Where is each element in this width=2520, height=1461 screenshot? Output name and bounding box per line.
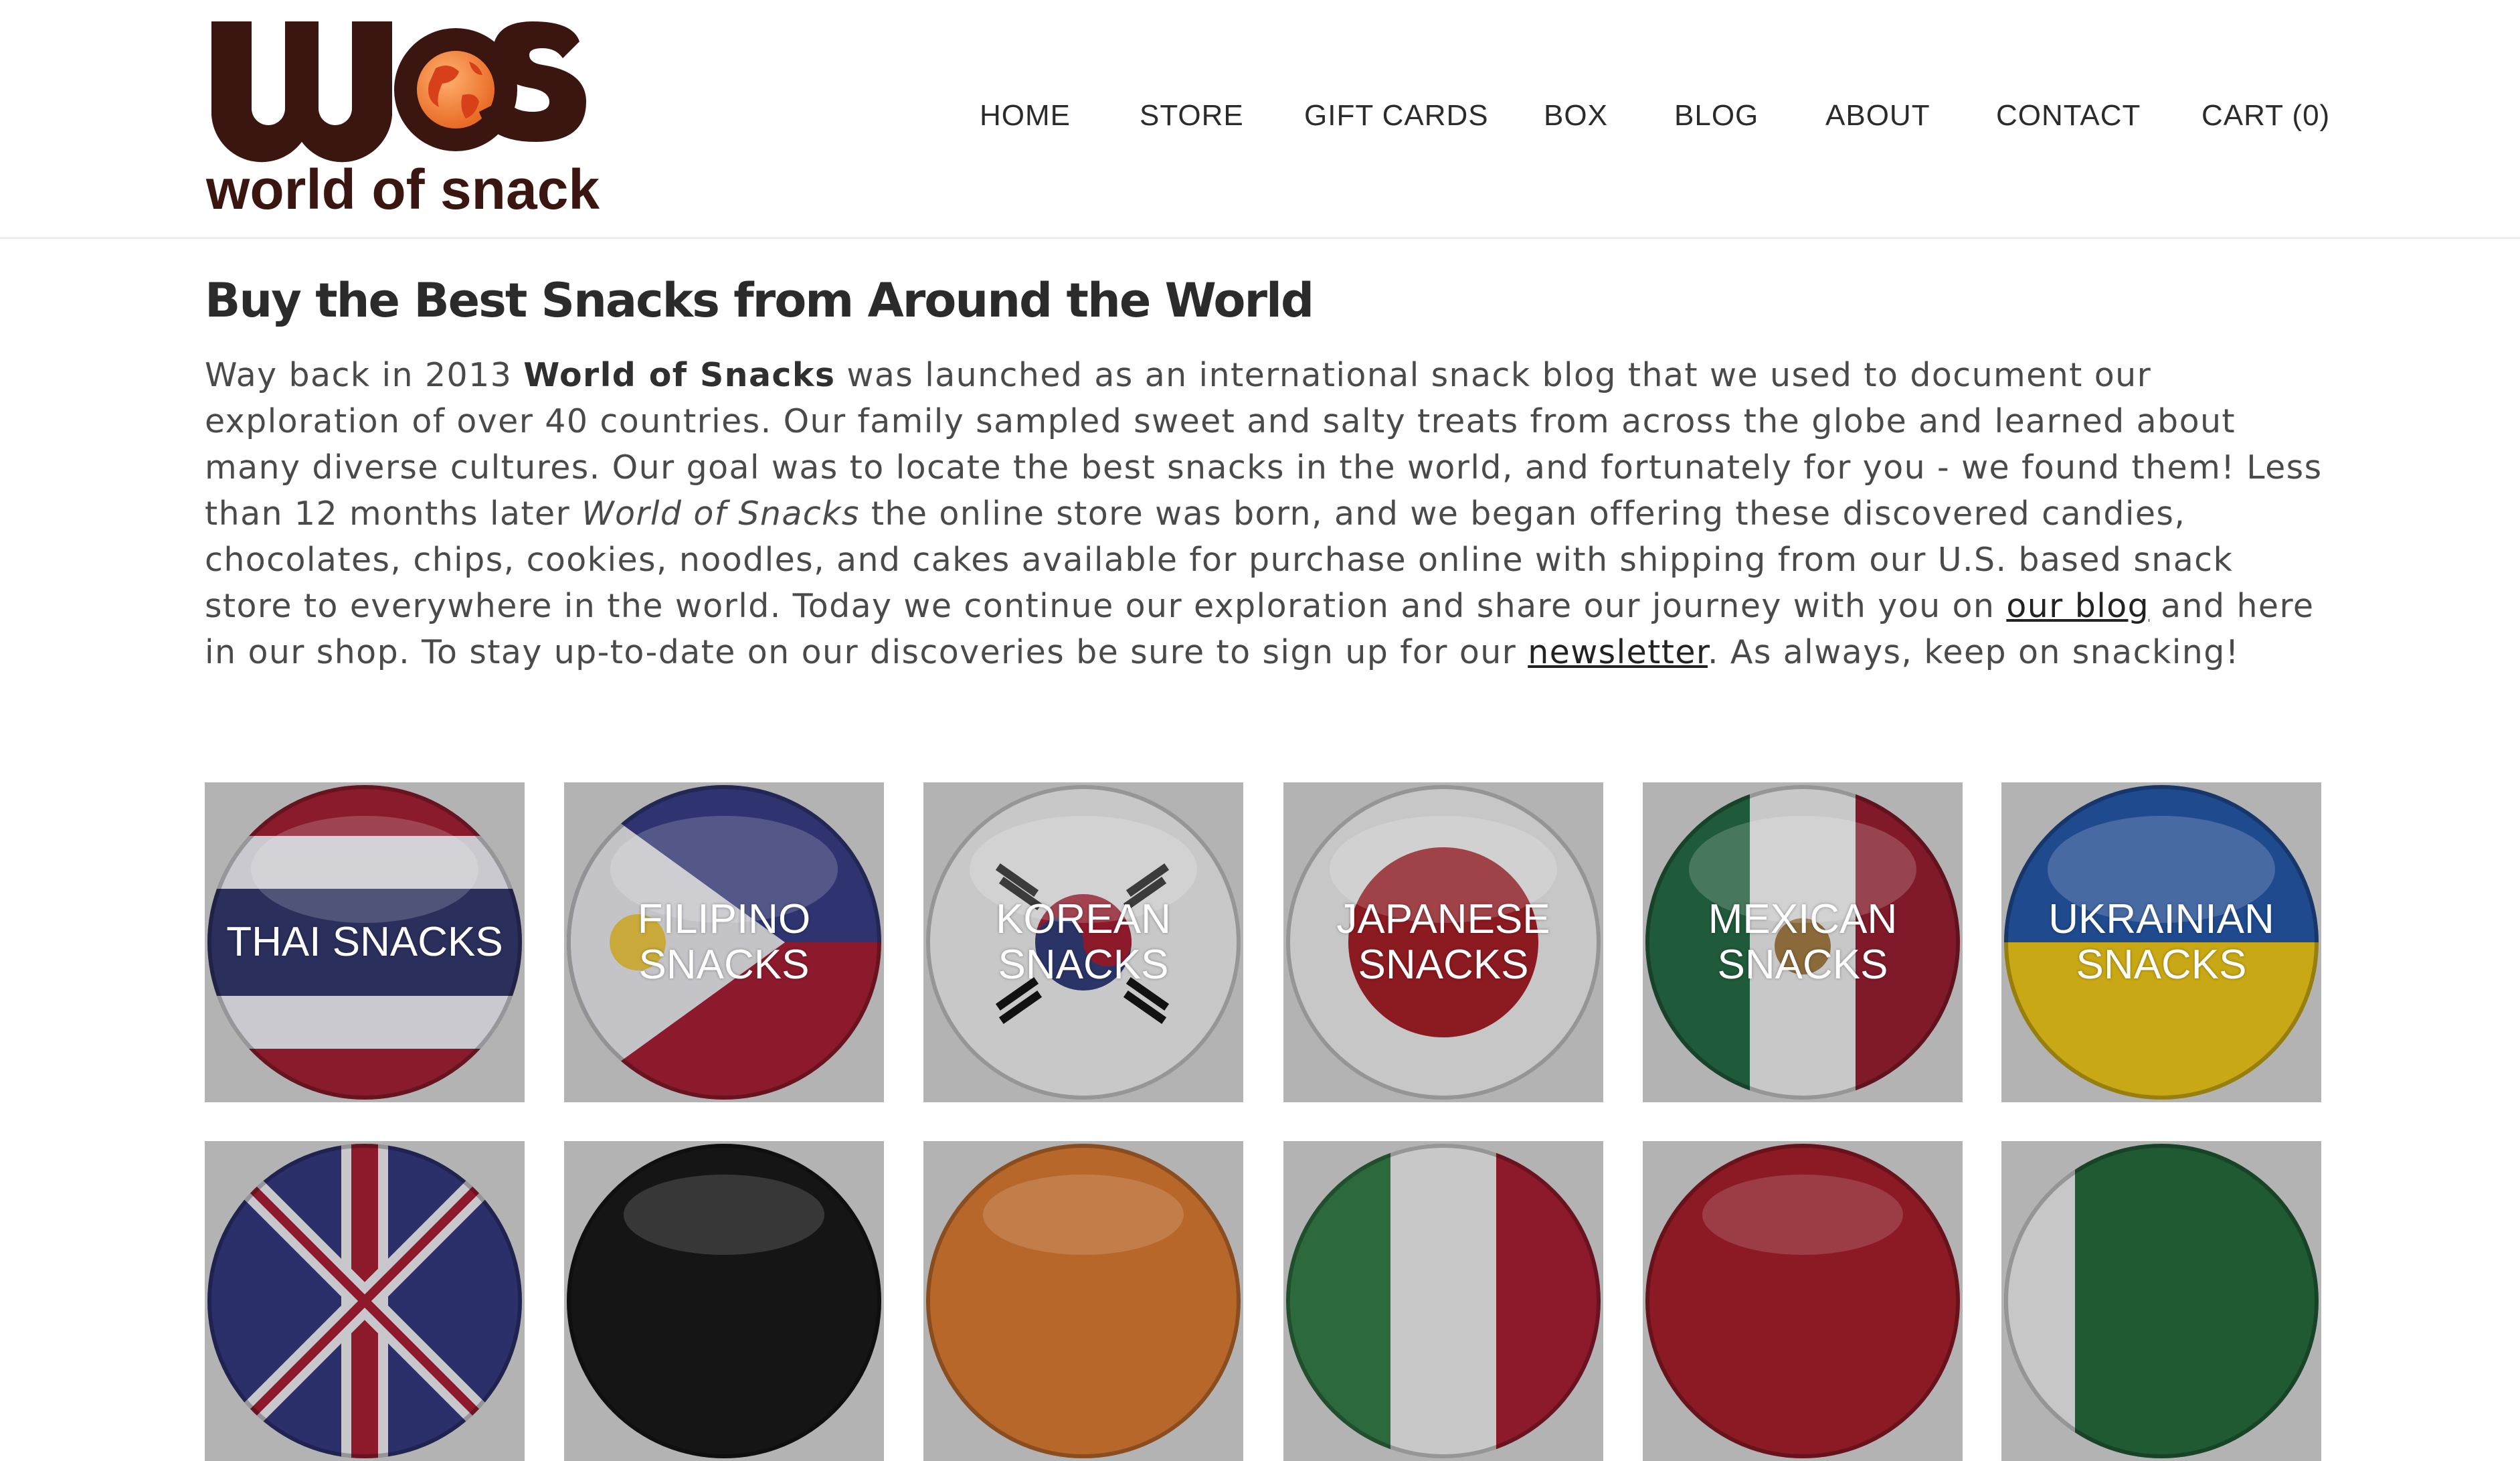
- category-tile-mexican[interactable]: MEXICAN SNACKS: [1643, 782, 1963, 1102]
- page-title: Buy the Best Snacks from Around the Worl…: [205, 273, 1314, 328]
- newsletter-link[interactable]: newsletter: [1528, 633, 1708, 671]
- intro-paragraph: Way back in 2013 World of Snacks was lau…: [205, 352, 2326, 675]
- category-label: JAPANESE SNACKS: [1336, 896, 1550, 988]
- nav-home[interactable]: HOME: [980, 99, 1071, 133]
- black-flag-icon: [567, 1144, 881, 1458]
- logo-text: world of snacks: [205, 158, 600, 221]
- category-tile-row2-2[interactable]: [564, 1141, 884, 1461]
- italy-flag-icon: [1286, 1144, 1601, 1458]
- site-header: world of snacks HOME STORE GIFT CARDS BO…: [0, 0, 2520, 239]
- nav-contact[interactable]: CONTACT: [1996, 99, 2141, 133]
- category-tile-korean[interactable]: KOREAN SNACKS: [923, 782, 1243, 1102]
- world-of-snacks-logo[interactable]: world of snacks: [205, 15, 600, 222]
- nav-box[interactable]: BOX: [1544, 99, 1608, 133]
- category-tile-row2-6[interactable]: [2001, 1141, 2321, 1461]
- our-blog-link[interactable]: our blog: [2006, 587, 2149, 625]
- category-tile-ukrainian[interactable]: UKRAINIAN SNACKS: [2001, 782, 2321, 1102]
- category-tile-row2-4[interactable]: [1283, 1141, 1603, 1461]
- orange-flag-icon: [926, 1144, 1241, 1458]
- nav-about[interactable]: ABOUT: [1825, 99, 1930, 133]
- category-label: KOREAN SNACKS: [996, 896, 1171, 988]
- category-label: UKRAINIAN SNACKS: [2048, 896, 2274, 988]
- united-kingdom-flag-icon: [207, 1144, 522, 1458]
- category-tile-row2-3[interactable]: [923, 1141, 1243, 1461]
- nav-blog[interactable]: BLOG: [1674, 99, 1759, 133]
- category-tile-thai[interactable]: THAI SNACKS: [205, 782, 525, 1102]
- green-flag-icon: [2004, 1144, 2319, 1458]
- category-tile-uk[interactable]: [205, 1141, 525, 1461]
- category-label: THAI SNACKS: [226, 919, 503, 965]
- intro-brand-bold: World of Snacks: [523, 356, 836, 394]
- intro-text-5: . As always, keep on snacking!: [1707, 633, 2240, 671]
- category-label: FILIPINO SNACKS: [637, 896, 811, 988]
- category-tile-row2-5[interactable]: [1643, 1141, 1963, 1461]
- red-flag-icon: [1645, 1144, 1960, 1458]
- nav-cart[interactable]: CART (0): [2201, 99, 2330, 133]
- category-tile-filipino[interactable]: FILIPINO SNACKS: [564, 782, 884, 1102]
- intro-brand-italic: World of Snacks: [581, 495, 860, 533]
- category-tile-japanese[interactable]: JAPANESE SNACKS: [1283, 782, 1603, 1102]
- nav-gift-cards[interactable]: GIFT CARDS: [1304, 99, 1489, 133]
- category-label: MEXICAN SNACKS: [1708, 896, 1898, 988]
- nav-store[interactable]: STORE: [1140, 99, 1244, 133]
- intro-text-1: Way back in 2013: [205, 356, 524, 394]
